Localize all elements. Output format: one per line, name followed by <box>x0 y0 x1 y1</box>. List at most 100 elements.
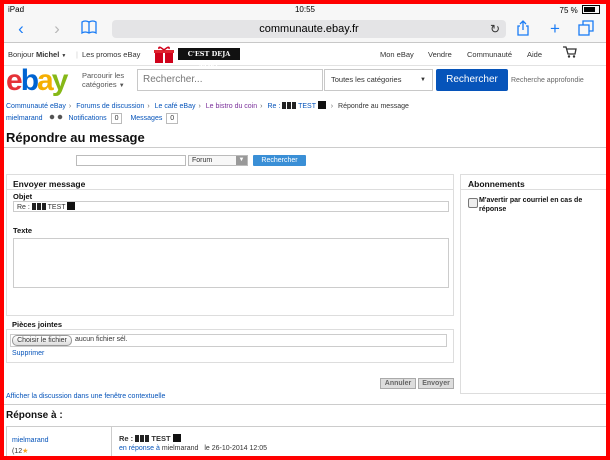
forum-search-input[interactable] <box>76 155 186 166</box>
forum-scope-select[interactable]: Forum ▼ <box>188 155 248 166</box>
reply-user-link[interactable]: mielmarand <box>162 445 199 452</box>
pixel-art-icon <box>317 101 326 109</box>
pixel-art-icon <box>31 203 46 210</box>
reply-date: le 26-10-2014 12:05 <box>204 445 268 452</box>
pixel-art-icon <box>135 435 150 442</box>
gift-icon <box>154 46 174 63</box>
attachments-label: Pièces jointes <box>12 320 63 329</box>
tabs-icon[interactable] <box>577 20 595 38</box>
compose-title: Envoyer message <box>13 179 86 189</box>
notifications-count: 0 <box>110 113 123 124</box>
subject-prefix: Re : <box>17 204 30 211</box>
browse-line2: catégories <box>82 80 117 89</box>
subject-input[interactable]: Re : TEST <box>13 201 449 212</box>
ebay-logo[interactable]: ebay <box>6 65 68 97</box>
status-bar: iPad 10:55 75 % <box>4 4 606 16</box>
breadcrumb-forums[interactable]: Forums de discussion <box>76 103 144 110</box>
reply-author-panel: mielmarand (12★ <box>7 427 112 456</box>
breadcrumb-thread[interactable]: Re : TEST <box>267 101 327 110</box>
send-button[interactable]: Envoyer <box>418 378 454 389</box>
subscriptions-title: Abonnements <box>468 179 525 189</box>
new-tab-icon[interactable]: + <box>546 20 564 38</box>
popup-view-link[interactable]: Afficher la discussion dans une fenêtre … <box>6 393 165 400</box>
message-textarea[interactable] <box>13 238 449 288</box>
breadcrumb: Communauté eBay › Forums de discussion › L… <box>6 101 409 110</box>
promos-link[interactable]: Les promos eBay <box>82 50 140 59</box>
reply-author-score: (12★ <box>12 447 28 455</box>
cart-icon[interactable] <box>563 46 577 60</box>
christmas-banner[interactable]: C'EST DEJA NOEL <box>178 48 240 70</box>
breadcrumb-thread-prefix: Re : <box>267 103 281 110</box>
reply-author-score-value: (12 <box>12 448 23 455</box>
help-link[interactable]: Aide <box>527 50 542 59</box>
divider <box>4 404 606 405</box>
address-bar[interactable]: communaute.ebay.fr ↻ <box>112 20 506 38</box>
forward-icon[interactable]: › <box>48 20 66 38</box>
greeting[interactable]: Bonjour Michel ▼ <box>8 50 66 59</box>
ebay-top-nav: Bonjour Michel ▼ | Les promos eBay C'EST… <box>4 43 606 70</box>
pixel-art-icon <box>67 202 76 210</box>
divider <box>4 147 606 148</box>
breadcrumb-bistro[interactable]: Le bistro du coin <box>206 103 257 110</box>
advanced-search-link[interactable]: Recherche approfondie <box>511 77 584 84</box>
browse-categories-button[interactable]: Parcourir les catégories ▼ <box>82 71 125 91</box>
email-notify-label[interactable]: M'avertir par courriel en cas de réponse <box>479 196 603 214</box>
forum-search-button[interactable]: Rechercher <box>253 155 306 166</box>
email-notify-checkbox[interactable] <box>468 198 478 208</box>
site-search-input[interactable]: Rechercher... <box>137 69 323 91</box>
browser-toolbar: ‹ › communaute.ebay.fr ↻ + <box>4 16 606 43</box>
clock: 10:55 <box>294 5 316 14</box>
cancel-button[interactable]: Annuler <box>380 378 416 389</box>
divider <box>461 189 606 190</box>
reply-author-link[interactable]: mielmarand <box>12 437 49 444</box>
breadcrumb-thread-word: TEST <box>298 103 316 110</box>
back-icon[interactable]: ‹ <box>12 20 30 38</box>
breadcrumb-current: Répondre au message <box>338 103 409 110</box>
page-title: Répondre au message <box>6 130 145 145</box>
reply-subject: Re : TEST <box>119 434 181 443</box>
subject-label: Objet <box>13 192 33 201</box>
notifications-link[interactable]: Notifications <box>68 115 106 122</box>
username-link[interactable]: mielmarand <box>6 115 43 122</box>
browse-line1: Parcourir les <box>82 71 125 80</box>
breadcrumb-community[interactable]: Communauté eBay <box>6 103 66 110</box>
my-ebay-link[interactable]: Mon eBay <box>380 50 414 59</box>
chevron-down-icon: ▼ <box>118 83 125 89</box>
battery-percent: 75 % <box>559 6 578 15</box>
messages-link[interactable]: Messages <box>130 115 162 122</box>
text-label: Texte <box>13 226 33 235</box>
compose-panel: Envoyer message Objet Re : TEST Texte <box>6 174 454 316</box>
chevron-down-icon: ▼ <box>61 53 67 59</box>
user-bar: mielmarand Notifications 0 Messages 0 <box>6 113 184 124</box>
subscriptions-panel: Abonnements M'avertir par courriel en ca… <box>460 174 606 394</box>
in-reply-to-text: en réponse à <box>119 445 160 452</box>
remove-link[interactable]: Supprimer <box>12 350 44 357</box>
category-select-value: Toutes les catégories <box>331 75 402 84</box>
user-badge-icon <box>48 114 63 120</box>
divider: | <box>76 50 78 59</box>
bookmarks-icon[interactable] <box>80 20 98 38</box>
reload-icon[interactable]: ↻ <box>490 20 500 38</box>
sell-link[interactable]: Vendre <box>428 50 452 59</box>
battery-icon <box>582 5 600 14</box>
pixel-art-icon <box>282 102 297 109</box>
community-link[interactable]: Communauté <box>467 50 512 59</box>
reply-meta: en réponse à mielmarand le 26-10-2014 12… <box>119 445 267 452</box>
greeting-prefix: Bonjour <box>8 50 34 59</box>
choose-file-button[interactable]: Choisir le fichier <box>12 335 72 346</box>
chevron-down-icon: ▼ <box>236 156 247 165</box>
divider <box>7 189 453 190</box>
ebay-header: ebay Parcourir les catégories ▼ Recherch… <box>4 65 606 99</box>
site-search-button[interactable]: Rechercher <box>436 69 508 91</box>
reply-subject-word: TEST <box>151 434 171 443</box>
chevron-down-icon: ▼ <box>420 77 426 83</box>
share-icon[interactable] <box>514 20 532 38</box>
reply-to-title: Réponse à : <box>6 410 63 421</box>
reply-subject-prefix: Re : <box>119 434 134 443</box>
reply-to-message: mielmarand (12★ Re : TEST en réponse à m… <box>6 426 606 456</box>
messages-count: 0 <box>166 113 179 124</box>
star-icon: ★ <box>22 448 29 455</box>
breadcrumb-cafe[interactable]: Le café eBay <box>155 103 196 110</box>
pixel-art-icon <box>172 434 181 442</box>
category-select[interactable]: Toutes les catégories ▼ <box>324 69 433 91</box>
